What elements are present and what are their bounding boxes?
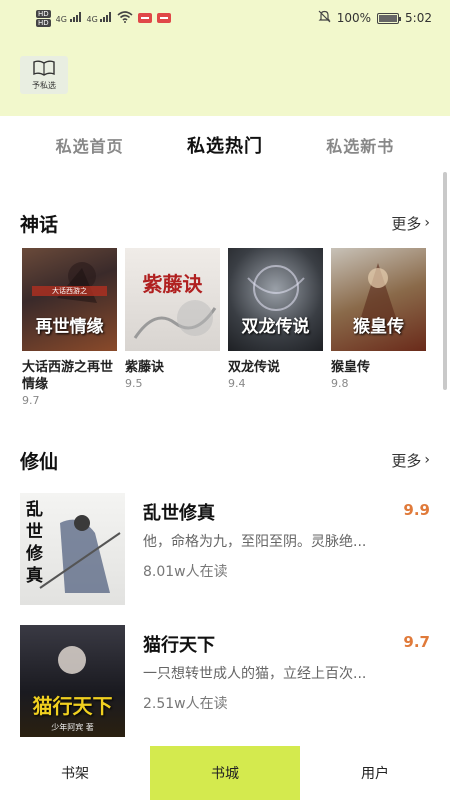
chevron-right-icon: ›	[424, 215, 430, 231]
more-label: 更多	[391, 451, 422, 470]
notification-icon	[138, 13, 153, 23]
status-bar: HD HD 4G 4G 100% 5:02	[0, 0, 450, 36]
book-cover: 猴皇传	[331, 248, 426, 351]
book-score: 9.7	[403, 633, 430, 651]
book-card[interactable]: 双龙传说 双龙传说 9.4	[228, 248, 323, 407]
book-title: 乱世修真	[143, 503, 215, 524]
cover-title: 再世情缘	[35, 317, 104, 337]
book-icon	[33, 60, 55, 79]
section-title: 神话	[20, 213, 59, 236]
app-logo-label: 予私选	[32, 80, 56, 90]
book-title: 大话西游之再世情缘	[22, 360, 114, 392]
cover-title: 双龙传说	[241, 317, 310, 337]
bottom-nav: 书架 书城 用户	[0, 746, 450, 800]
hd-badge-2: HD	[36, 18, 51, 27]
cover-subtitle: 大话西游之	[52, 287, 87, 295]
book-description: 一只想转世成人的猫，立经上百次...	[143, 666, 367, 682]
tab-home[interactable]: 私选首页	[56, 133, 124, 157]
notification-icon-2	[157, 13, 172, 23]
section-title: 修仙	[20, 450, 59, 473]
book-score: 9.5	[125, 377, 143, 390]
tab-bar: 私选首页 私选热门 私选新书	[0, 126, 450, 164]
network-type-1: 4G	[55, 15, 67, 24]
book-score: 9.9	[403, 501, 430, 519]
book-score: 9.8	[331, 377, 349, 390]
more-link[interactable]: 更多 ›	[391, 213, 430, 234]
network-type-2: 4G	[86, 15, 98, 24]
scrollbar[interactable]	[443, 172, 447, 390]
wifi-icon	[117, 10, 133, 26]
nav-bookshelf[interactable]: 书架	[0, 746, 150, 800]
book-description: 他，命格为九，至阳至阴。灵脉绝...	[143, 534, 367, 550]
nav-bookstore[interactable]: 书城	[150, 746, 300, 800]
cover-author: 少年阿宾 著	[51, 723, 94, 732]
book-cover: 双龙传说	[228, 248, 323, 351]
hd-badges: HD HD	[36, 9, 51, 27]
book-title: 双龙传说	[228, 360, 281, 375]
tab-new[interactable]: 私选新书	[326, 133, 394, 157]
cover-title: 猫行天下	[32, 694, 113, 718]
list-item[interactable]: 猫行天下 少年阿宾 著 猫行天下 9.7 一只想转世成人的猫，立经上百次... …	[20, 625, 430, 737]
hd-badge-1: HD	[36, 9, 51, 18]
signal-icon: 4G	[56, 12, 82, 24]
book-card[interactable]: 紫藤诀 紫藤诀 9.5	[125, 248, 220, 407]
header-area: HD HD 4G 4G 100% 5:02 予私选	[0, 0, 450, 116]
cover-title: 猴皇传	[353, 317, 404, 337]
clock: 5:02	[405, 11, 432, 25]
book-card[interactable]: 大话西游之 再世情缘 大话西游之再世情缘 9.7	[22, 248, 117, 407]
app-logo-button[interactable]: 予私选	[20, 56, 68, 94]
nav-user[interactable]: 用户	[300, 746, 450, 800]
book-title: 猴皇传	[331, 360, 371, 375]
book-cover: 猫行天下 少年阿宾 著	[20, 625, 125, 737]
cover-title: 紫藤诀	[142, 272, 203, 296]
mute-icon	[318, 10, 331, 26]
cover-title: 乱世修真	[26, 500, 43, 586]
book-grid: 大话西游之 再世情缘 大话西游之再世情缘 9.7 紫藤诀 紫藤诀 9.5 双龙传…	[22, 248, 432, 407]
book-title: 紫藤诀	[125, 360, 165, 375]
section-header-myth: 神话 更多 ›	[20, 208, 430, 238]
book-title: 猫行天下	[143, 635, 215, 656]
book-cover: 紫藤诀	[125, 248, 220, 351]
battery-icon	[377, 12, 402, 24]
section-header-xiuxian: 修仙 更多 ›	[20, 445, 430, 475]
book-card[interactable]: 猴皇传 猴皇传 9.8	[331, 248, 426, 407]
book-cover: 大话西游之 再世情缘	[22, 248, 117, 351]
status-left: HD HD 4G 4G	[36, 9, 172, 27]
book-score: 9.4	[228, 377, 246, 390]
chevron-right-icon: ›	[424, 452, 430, 468]
reader-count: 8.01w人在读	[143, 564, 228, 580]
reader-count: 2.51w人在读	[143, 696, 228, 712]
book-score: 9.7	[22, 394, 40, 407]
battery-percent: 100%	[336, 11, 372, 25]
list-item[interactable]: 乱世修真 乱世修真 9.9 他，命格为九，至阳至阴。灵脉绝... 8.01w人在…	[20, 493, 430, 605]
signal-icon-2: 4G	[87, 12, 113, 24]
book-cover: 乱世修真	[20, 493, 125, 605]
status-right: 100% 5:02	[318, 10, 432, 26]
more-link[interactable]: 更多 ›	[391, 450, 430, 471]
tab-hot[interactable]: 私选热门	[187, 132, 263, 158]
more-label: 更多	[391, 214, 422, 233]
